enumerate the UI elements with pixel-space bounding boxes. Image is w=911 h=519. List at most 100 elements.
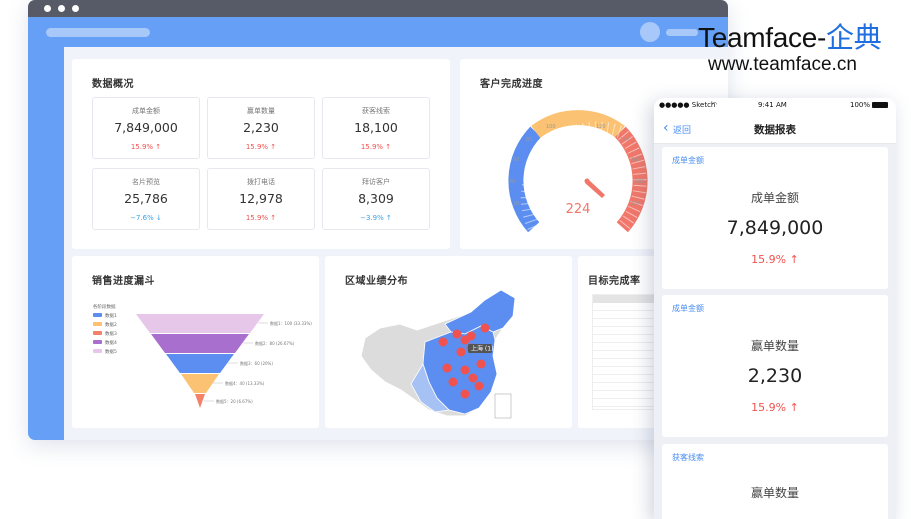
- funnel-legend-swatch: [93, 349, 102, 353]
- funnel-segment[interactable]: [195, 394, 205, 408]
- phone-card-label: 赢单数量: [750, 339, 799, 353]
- target-table-header: [593, 295, 661, 303]
- funnel-legend-swatch: [93, 322, 102, 326]
- window-close-dot[interactable]: [44, 5, 51, 12]
- gauge-tick-label: 160: [631, 157, 641, 163]
- map-inset-south-sea: [494, 393, 512, 419]
- stat-label: 获客线索: [362, 107, 390, 115]
- map-marker[interactable]: [474, 381, 484, 391]
- stat-value: 7,849,000: [114, 120, 178, 135]
- funnel-chart: 各阶段数据 数据1 数据2 数据3 数据4 数据5 数据1：100 (33.33…: [93, 303, 312, 408]
- phone-stat-card[interactable]: 成单金额 赢单数量 2,230 15.9% ↑: [662, 295, 888, 437]
- phone-card-label: 赢单数量: [750, 486, 799, 500]
- user-avatar[interactable]: [640, 22, 660, 42]
- funnel-legend: 数据1 数据2 数据3 数据4 数据5: [93, 312, 117, 355]
- overview-card: 数据概况 成单金额 7,849,000 15.9% ↑ 赢单数量 2,230 1…: [72, 59, 450, 249]
- gauge-tick-label: 200: [630, 201, 640, 207]
- gauge-arc-blue: [508, 126, 542, 233]
- funnel-segment[interactable]: [166, 354, 234, 373]
- stat-value: 18,100: [354, 120, 398, 135]
- phone-card-tag: 成单金额: [672, 156, 704, 165]
- target-title: 目标完成率: [588, 276, 641, 287]
- stat-label: 赢单数量: [247, 107, 275, 115]
- stat-value: 8,309: [358, 191, 394, 206]
- funnel-segment[interactable]: [136, 314, 264, 333]
- stat-change: −7.6% ↓: [130, 214, 162, 222]
- map-marker[interactable]: [460, 389, 470, 399]
- gauge-value: 224: [566, 202, 591, 217]
- phone-card-value: 2,230: [747, 365, 803, 387]
- map-marker[interactable]: [448, 377, 458, 387]
- map-marker[interactable]: [438, 337, 448, 347]
- phone-card-label: 成单金额: [750, 191, 799, 205]
- stat-tile[interactable]: 拨打电话 12,978 15.9% ↑: [207, 168, 315, 230]
- stat-label: 名片预览: [132, 178, 160, 186]
- map-marker[interactable]: [460, 365, 470, 375]
- stat-value: 12,978: [239, 191, 283, 206]
- map-marker[interactable]: [480, 323, 490, 333]
- user-name-bar[interactable]: [666, 29, 698, 36]
- top-toolbar: [28, 17, 728, 47]
- map-tooltip-text: 上海 (1): [471, 345, 493, 353]
- brand-name-cn: 企典: [826, 22, 882, 53]
- phone-card-tag: 成单金额: [672, 304, 704, 313]
- stat-tile[interactable]: 拜访客户 8,309 −3.9% ↑: [322, 168, 430, 230]
- browser-window: 数据概况 成单金额 7,849,000 15.9% ↑ 赢单数量 2,230 1…: [28, 0, 728, 440]
- map-marker[interactable]: [452, 329, 462, 339]
- battery-icon: [872, 102, 888, 108]
- funnel-legend-swatch: [93, 313, 102, 317]
- map-marker[interactable]: [456, 347, 466, 357]
- stat-tile[interactable]: 赢单数量 2,230 15.9% ↑: [207, 97, 315, 159]
- stat-change: 15.9% ↑: [245, 143, 277, 151]
- funnel-callout: 数据1：100 (33.33%): [270, 320, 312, 326]
- gauge-tick-label: 120: [596, 124, 606, 130]
- map-marker[interactable]: [476, 359, 486, 369]
- title-bar: [28, 0, 728, 17]
- stat-change: 15.9% ↑: [130, 143, 162, 151]
- phone-status-bar: ●●●●● Sketch ◠ 9:41 AM 100%: [654, 98, 896, 114]
- gauge-tick-label: 140: [620, 137, 630, 143]
- gauge-tick-label: 80: [526, 137, 532, 143]
- stat-label: 拜访客户: [362, 178, 390, 186]
- window-minimize-dot[interactable]: [58, 5, 65, 12]
- funnel-title: 销售进度漏斗: [92, 276, 155, 287]
- funnel-legend-label: 数据4: [105, 339, 117, 346]
- gauge-needle-pivot: [584, 178, 590, 184]
- stat-change: 15.9% ↑: [245, 214, 277, 222]
- phone-card-change: 15.9% ↑: [751, 253, 799, 266]
- china-map: 上海 (1): [360, 289, 516, 419]
- window-maximize-dot[interactable]: [72, 5, 79, 12]
- stat-label: 成单金额: [132, 107, 160, 115]
- stat-change: 15.9% ↑: [360, 143, 392, 151]
- funnel-card: 销售进度漏斗 各阶段数据 数据1 数据2 数据3 数据4 数据5 数据1：100…: [72, 256, 319, 428]
- gauge-chart: 20 40 60 80 100 120 140 160 180 200 224: [508, 110, 648, 233]
- funnel-legend-label: 数据2: [105, 321, 117, 328]
- phone-stat-card[interactable]: 成单金额 成单金额 7,849,000 15.9% ↑: [662, 147, 888, 289]
- gauge-tick-label: 40: [509, 179, 515, 185]
- stat-change: −3.9% ↑: [360, 214, 392, 222]
- map-marker[interactable]: [442, 363, 452, 373]
- stat-label: 拨打电话: [247, 178, 275, 186]
- map-marker[interactable]: [468, 373, 478, 383]
- stat-tile[interactable]: 成单金额 7,849,000 15.9% ↑: [92, 97, 200, 159]
- phone-card-change: 15.9% ↑: [751, 401, 799, 414]
- phone-nav-bar: ‹ 返回 数据报表: [654, 114, 896, 144]
- stat-value: 25,786: [124, 191, 168, 206]
- funnel-legend-label: 数据5: [105, 348, 117, 355]
- stat-tile[interactable]: 名片预览 25,786 −7.6% ↓: [92, 168, 200, 230]
- stat-tile[interactable]: 获客线索 18,100 15.9% ↑: [322, 97, 430, 159]
- gauge-tick-label: 60: [513, 157, 519, 163]
- address-bar[interactable]: [46, 28, 150, 37]
- phone-stat-card[interactable]: 获客线索 赢单数量: [662, 444, 888, 519]
- funnel-segment[interactable]: [151, 334, 249, 353]
- brand-name-latin: Teamface-: [698, 22, 827, 53]
- phone-page-title: 数据报表: [754, 124, 796, 136]
- map-marker[interactable]: [466, 331, 476, 341]
- stage: 数据概况 成单金额 7,849,000 15.9% ↑ 赢单数量 2,230 1…: [0, 0, 911, 519]
- funnel-callout: 数据4：40 (13.33%): [225, 380, 265, 386]
- gauge-tick-label: 20: [513, 201, 519, 207]
- funnel-legend-title: 各阶段数据: [93, 303, 116, 310]
- stat-value: 2,230: [243, 120, 279, 135]
- phone-card-tag: 获客线索: [672, 453, 704, 462]
- funnel-segment[interactable]: [181, 374, 219, 393]
